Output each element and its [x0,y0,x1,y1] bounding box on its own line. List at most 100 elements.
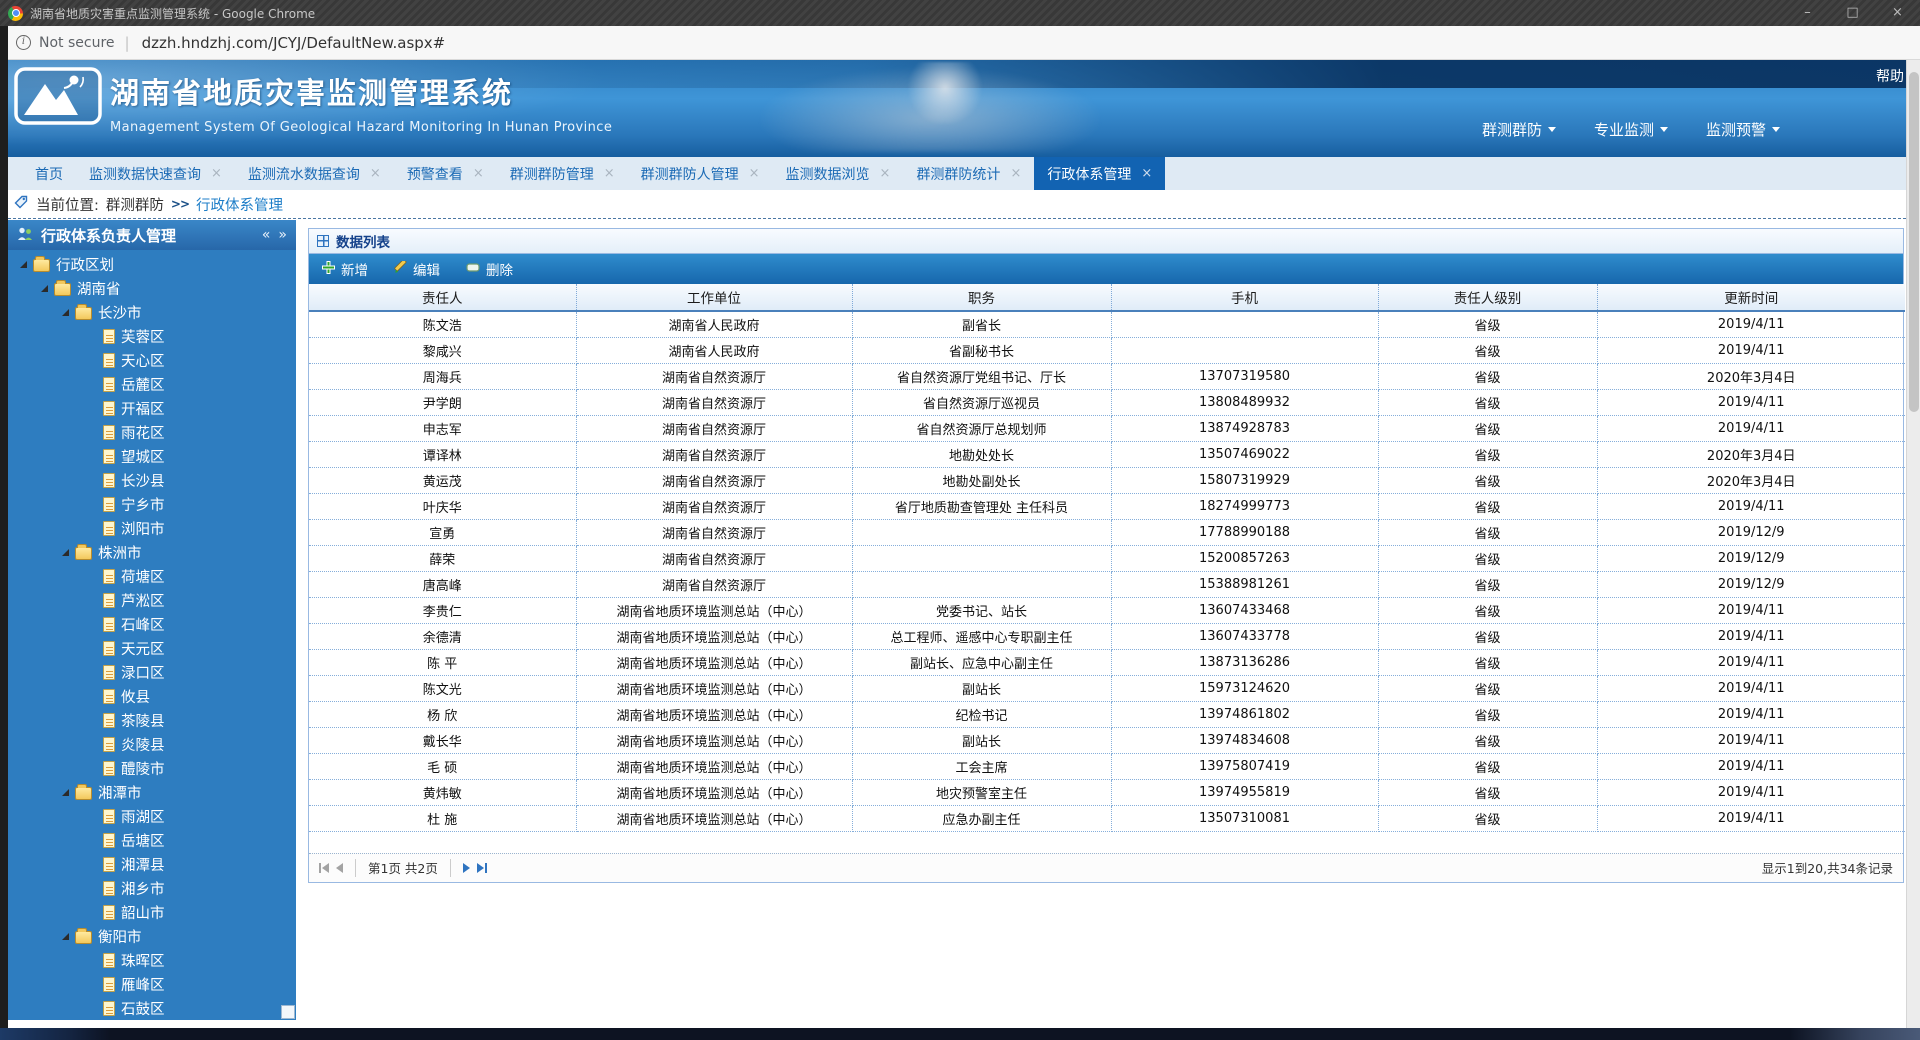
tree-node[interactable]: 石鼓区 [8,996,296,1020]
tree-node[interactable]: 雨湖区 [8,804,296,828]
table-row[interactable]: 陈文光湖南省地质环境监测总站（中心）副站长15973124620省级2019/4… [309,675,1905,701]
table-row[interactable]: 陈文浩湖南省人民政府副省长省级2019/4/11 [309,311,1905,337]
column-header[interactable]: 手机 [1111,284,1378,311]
table-row[interactable]: 余德清湖南省地质环境监测总站（中心）总工程师、遥感中心专职副主任13607433… [309,623,1905,649]
tree-node[interactable]: 韶山市 [8,900,296,924]
tab-close-icon[interactable]: × [749,166,760,181]
column-header[interactable]: 责任人级别 [1378,284,1597,311]
tab-item-1[interactable]: 监测数据快速查询 × [76,157,235,190]
help-link[interactable]: 帮助 [1876,66,1904,86]
tree-node[interactable]: 渌口区 [8,660,296,684]
tree-node[interactable]: 醴陵市 [8,756,296,780]
table-row[interactable]: 周海兵湖南省自然资源厅省自然资源厅党组书记、厅长13707319580省级202… [309,363,1905,389]
tree-node-folder[interactable]: 湘潭市 [8,780,296,804]
tree-node[interactable]: 雁峰区 [8,972,296,996]
table-row[interactable]: 毛 硕湖南省地质环境监测总站（中心）工会主席13975807419省级2019/… [309,753,1905,779]
tab-item-4[interactable]: 群测群防管理 × [497,157,628,190]
tree-node[interactable]: 长沙县 [8,468,296,492]
url-text[interactable]: dzzh.hndzhj.com/JCYJ/DefaultNew.aspx# [142,34,446,52]
close-button[interactable]: × [1875,0,1920,26]
tree-node[interactable]: 荷塘区 [8,564,296,588]
tree-expand-icon[interactable] [62,309,69,316]
tree-node[interactable]: 岳麓区 [8,372,296,396]
tree-node[interactable]: 天元区 [8,636,296,660]
pager-page-text[interactable]: 第1页 共2页 [368,858,438,877]
pager-prev-button[interactable] [336,863,343,873]
tree-expand-icon[interactable] [41,285,48,292]
tab-item-0[interactable]: 首页 [22,157,76,190]
info-icon[interactable]: i [16,35,31,50]
tab-close-icon[interactable]: × [473,166,484,181]
tree-node[interactable]: 茶陵县 [8,708,296,732]
tree-node[interactable]: 望城区 [8,444,296,468]
tree-node-folder[interactable]: 湖南省 [8,276,296,300]
tab-close-icon[interactable]: × [604,166,615,181]
table-row[interactable]: 尹学朗湖南省自然资源厅省自然资源厅巡视员13808489932省级2019/4/… [309,389,1905,415]
tree-node[interactable]: 天心区 [8,348,296,372]
table-row[interactable]: 杜 施湖南省地质环境监测总站（中心）应急办副主任13507310081省级201… [309,805,1905,831]
tree-node[interactable]: 浏阳市 [8,516,296,540]
tab-close-icon[interactable]: × [1010,166,1021,181]
tab-close-icon[interactable]: × [1141,166,1152,181]
table-row[interactable]: 唐高峰湖南省自然资源厅15388981261省级2019/12/9 [309,571,1905,597]
toolbar-add-button[interactable]: 新增 [322,259,368,279]
tree-node[interactable]: 开福区 [8,396,296,420]
table-row[interactable]: 薛荣湖南省自然资源厅15200857263省级2019/12/9 [309,545,1905,571]
nav-menu-2[interactable]: 监测预警 [1706,119,1780,140]
tab-item-3[interactable]: 预警查看 × [394,157,497,190]
pager-first-button[interactable] [319,863,329,873]
table-row[interactable]: 谭译林湖南省自然资源厅地勘处处长13507469022省级2020年3月4日 [309,441,1905,467]
table-row[interactable]: 黄运茂湖南省自然资源厅地勘处副处长15807319929省级2020年3月4日 [309,467,1905,493]
tab-item-6[interactable]: 监测数据浏览 × [773,157,904,190]
tree-node[interactable]: 攸县 [8,684,296,708]
not-secure-label[interactable]: Not secure [39,35,115,51]
tree-node[interactable]: 雨花区 [8,420,296,444]
table-row[interactable]: 杨 欣湖南省地质环境监测总站（中心）纪检书记13974861802省级2019/… [309,701,1905,727]
column-header[interactable]: 工作单位 [576,284,852,311]
tree-node[interactable]: 湘潭县 [8,852,296,876]
tree-node[interactable]: 岳塘区 [8,828,296,852]
tab-item-5[interactable]: 群测群防人管理 × [628,157,773,190]
table-row[interactable]: 李贵仁湖南省地质环境监测总站（中心）党委书记、站长13607433468省级20… [309,597,1905,623]
tab-item-7[interactable]: 群测群防统计 × [903,157,1034,190]
tree-node[interactable]: 宁乡市 [8,492,296,516]
toolbar-edit-button[interactable]: 编辑 [394,259,440,279]
table-row[interactable]: 黄炜敏湖南省地质环境监测总站（中心）地灾预警室主任13974955819省级20… [309,779,1905,805]
column-header[interactable]: 职务 [852,284,1111,311]
tree-node[interactable]: 石峰区 [8,612,296,636]
nav-menu-1[interactable]: 专业监测 [1594,119,1668,140]
expand-all-icon[interactable]: » [278,227,287,243]
tree-expand-icon[interactable] [62,789,69,796]
pager-last-button[interactable] [477,863,487,873]
tree-expand-icon[interactable] [62,933,69,940]
tab-close-icon[interactable]: × [211,166,222,181]
tree-node[interactable]: 湘乡市 [8,876,296,900]
scrollbar-thumb[interactable] [1909,72,1919,412]
table-row[interactable]: 陈 平湖南省地质环境监测总站（中心）副站长、应急中心副主任13873136286… [309,649,1905,675]
tree-expand-icon[interactable] [62,549,69,556]
tree-node-folder[interactable]: 长沙市 [8,300,296,324]
tree-node[interactable]: 芦淞区 [8,588,296,612]
tab-close-icon[interactable]: × [370,166,381,181]
nav-menu-0[interactable]: 群测群防 [1482,119,1556,140]
table-row[interactable]: 叶庆华湖南省自然资源厅省厅地质勘查管理处 主任科员18274999773省级20… [309,493,1905,519]
table-row[interactable]: 宣勇湖南省自然资源厅17788990188省级2019/12/9 [309,519,1905,545]
tab-item-8[interactable]: 行政体系管理 × [1034,157,1165,190]
minimize-button[interactable]: – [1785,0,1830,26]
browser-scrollbar[interactable] [1906,60,1920,1028]
maximize-button[interactable]: □ [1830,0,1875,26]
toolbar-delete-button[interactable]: 删除 [466,259,513,279]
sidebar-scroll-down-button[interactable] [281,1005,295,1019]
table-row[interactable]: 申志军湖南省自然资源厅省自然资源厅总规划师13874928783省级2019/4… [309,415,1905,441]
column-header[interactable]: 责任人 [309,284,576,311]
pager-next-button[interactable] [463,863,470,873]
tree-node[interactable]: 珠晖区 [8,948,296,972]
collapse-all-icon[interactable]: « [262,227,271,243]
table-row[interactable]: 戴长华湖南省地质环境监测总站（中心）副站长13974834608省级2019/4… [309,727,1905,753]
tree-expand-icon[interactable] [20,261,27,268]
tree-node-folder[interactable]: 衡阳市 [8,924,296,948]
tree-node-folder[interactable]: 株洲市 [8,540,296,564]
tree-node[interactable]: 芙蓉区 [8,324,296,348]
tab-close-icon[interactable]: × [880,166,891,181]
tree-node[interactable]: 炎陵县 [8,732,296,756]
